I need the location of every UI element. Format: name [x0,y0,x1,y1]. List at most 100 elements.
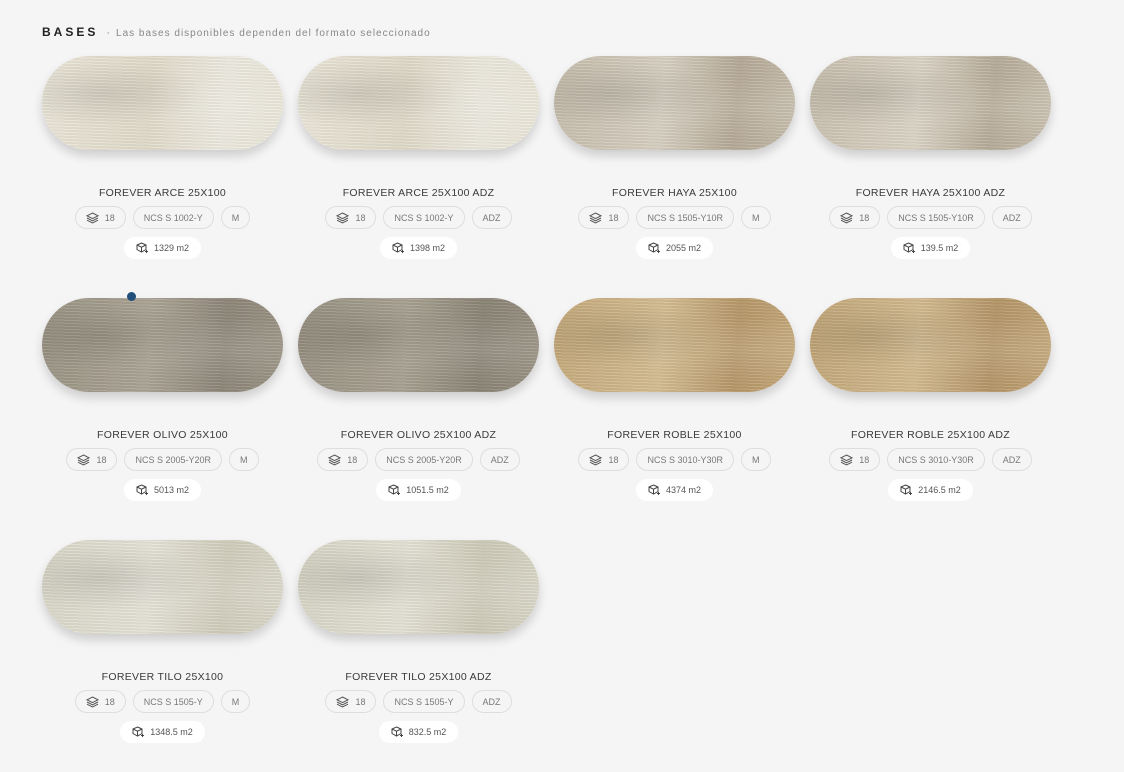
box-stock-icon [391,726,403,737]
stock-value: 1398 m2 [409,243,446,253]
section-subtitle: Las bases disponibles dependen del forma… [116,28,431,39]
base-tags: 18 NCS S 1505-Y ADZ [298,690,539,713]
layers-icon [840,453,854,466]
stock-value: 2055 m2 [665,243,702,253]
finish-pill: M [220,690,251,713]
thickness-pill: 18 [829,448,881,471]
finish-pill: ADZ [471,206,512,229]
stock-badge: 139.5 m2 [890,237,971,259]
bases-grid: FOREVER ARCE 25X100 18 NCS S 1002-Y M 13… [42,56,1051,772]
thickness-value: 18 [859,454,870,465]
thickness-value: 18 [608,212,619,223]
finish-pill: ADZ [991,206,1032,229]
box-stock-icon [648,484,660,495]
stock-value: 832.5 m2 [408,727,447,737]
layers-icon [85,695,99,708]
stock-value: 2146.5 m2 [918,485,961,495]
base-tags: 18 NCS S 3010-Y30R ADZ [810,448,1051,471]
finish-pill: ADZ [991,448,1032,471]
base-name: FOREVER TILO 25X100 ADZ [345,671,492,683]
base-name: FOREVER HAYA 25X100 ADZ [855,187,1006,199]
base-card[interactable]: FOREVER TILO 25X100 ADZ 18 NCS S 1505-Y … [298,540,539,772]
layers-icon [336,695,350,708]
layers-icon [328,453,342,466]
base-tags: 18 NCS S 1505-Y10R M [554,206,795,229]
base-card[interactable]: FOREVER HAYA 25X100 18 NCS S 1505-Y10R M… [554,56,795,298]
base-card[interactable]: FOREVER ROBLE 25X100 ADZ 18 NCS S 3010-Y… [810,298,1051,540]
layers-icon [589,211,603,224]
base-card[interactable]: FOREVER HAYA 25X100 ADZ 18 NCS S 1505-Y1… [810,56,1051,298]
base-card[interactable]: FOREVER ROBLE 25X100 18 NCS S 3010-Y30R … [554,298,795,540]
base-swatch[interactable] [810,298,1051,392]
box-stock-icon [392,242,404,253]
box-stock-icon [388,484,401,495]
base-swatch[interactable] [298,56,539,150]
finish-pill: M [741,448,771,471]
base-tags: 18 NCS S 1002-Y M [42,206,283,229]
base-tags: 18 NCS S 1002-Y ADZ [298,206,539,229]
base-swatch[interactable] [554,298,795,392]
base-name: FOREVER HAYA 25X100 [612,187,737,199]
stock-value: 4374 m2 [665,485,702,495]
base-swatch[interactable] [810,56,1051,150]
ncs-pill: NCS S 1505-Y [383,690,465,713]
layers-icon [840,211,854,224]
base-swatch[interactable] [554,56,795,150]
ncs-pill: NCS S 1002-Y [132,206,214,229]
base-name: FOREVER ROBLE 25X100 [607,429,742,441]
stock-value: 5013 m2 [153,485,190,495]
base-card[interactable]: FOREVER ARCE 25X100 ADZ 18 NCS S 1002-Y … [298,56,539,298]
section-title: BASES [42,25,99,39]
base-card[interactable]: FOREVER TILO 25X100 18 NCS S 1505-Y M 13… [42,540,283,772]
box-stock-icon [132,726,145,737]
thickness-pill: 18 [317,448,369,471]
stock-badge: 2055 m2 [635,237,714,259]
base-card[interactable]: FOREVER ARCE 25X100 18 NCS S 1002-Y M 13… [42,56,283,298]
thickness-value: 18 [104,212,115,223]
thickness-pill: 18 [66,448,118,471]
stock-value: 1348.5 m2 [150,727,193,737]
thickness-value: 18 [104,696,115,707]
ncs-pill: NCS S 1002-Y [383,206,465,229]
thickness-pill: 18 [74,690,126,713]
finish-pill: ADZ [479,448,520,471]
box-stock-icon [903,242,915,253]
base-name: FOREVER ARCE 25X100 ADZ [342,187,495,199]
box-stock-icon [136,484,148,495]
thickness-pill: 18 [74,206,126,229]
base-swatch[interactable] [42,298,283,392]
ncs-pill: NCS S 1505-Y10R [887,206,985,229]
base-swatch[interactable] [42,540,283,634]
stock-value: 139.5 m2 [920,243,959,253]
header-separator: · [106,27,111,39]
box-stock-icon [136,242,148,253]
ncs-pill: NCS S 3010-Y30R [636,448,735,471]
base-name: FOREVER TILO 25X100 [101,671,224,683]
thickness-pill: 18 [325,206,377,229]
stock-value: 1051.5 m2 [406,485,449,495]
cursor-indicator-dot [127,292,136,301]
stock-value: 1329 m2 [153,243,190,253]
base-tags: 18 NCS S 2005-Y20R ADZ [298,448,539,471]
thickness-value: 18 [355,212,366,223]
base-card[interactable]: FOREVER OLIVO 25X100 18 NCS S 2005-Y20R … [42,298,283,540]
thickness-value: 18 [859,212,870,223]
section-header: BASES · Las bases disponibles dependen d… [42,25,431,39]
stock-badge: 832.5 m2 [378,721,459,743]
base-tags: 18 NCS S 3010-Y30R M [554,448,795,471]
base-swatch[interactable] [298,540,539,634]
base-name: FOREVER OLIVO 25X100 ADZ [340,429,497,441]
stock-badge: 4374 m2 [635,479,714,501]
finish-pill: M [741,206,771,229]
layers-icon [85,211,99,224]
thickness-value: 18 [96,454,107,465]
base-name: FOREVER ROBLE 25X100 ADZ [851,429,1010,441]
ncs-pill: NCS S 3010-Y30R [887,448,985,471]
stock-badge: 1051.5 m2 [376,479,461,501]
thickness-value: 18 [347,454,358,465]
base-swatch[interactable] [42,56,283,150]
base-card[interactable]: FOREVER OLIVO 25X100 ADZ 18 NCS S 2005-Y… [298,298,539,540]
base-tags: 18 NCS S 1505-Y M [42,690,283,713]
base-swatch[interactable] [298,298,539,392]
finish-pill: M [220,206,251,229]
